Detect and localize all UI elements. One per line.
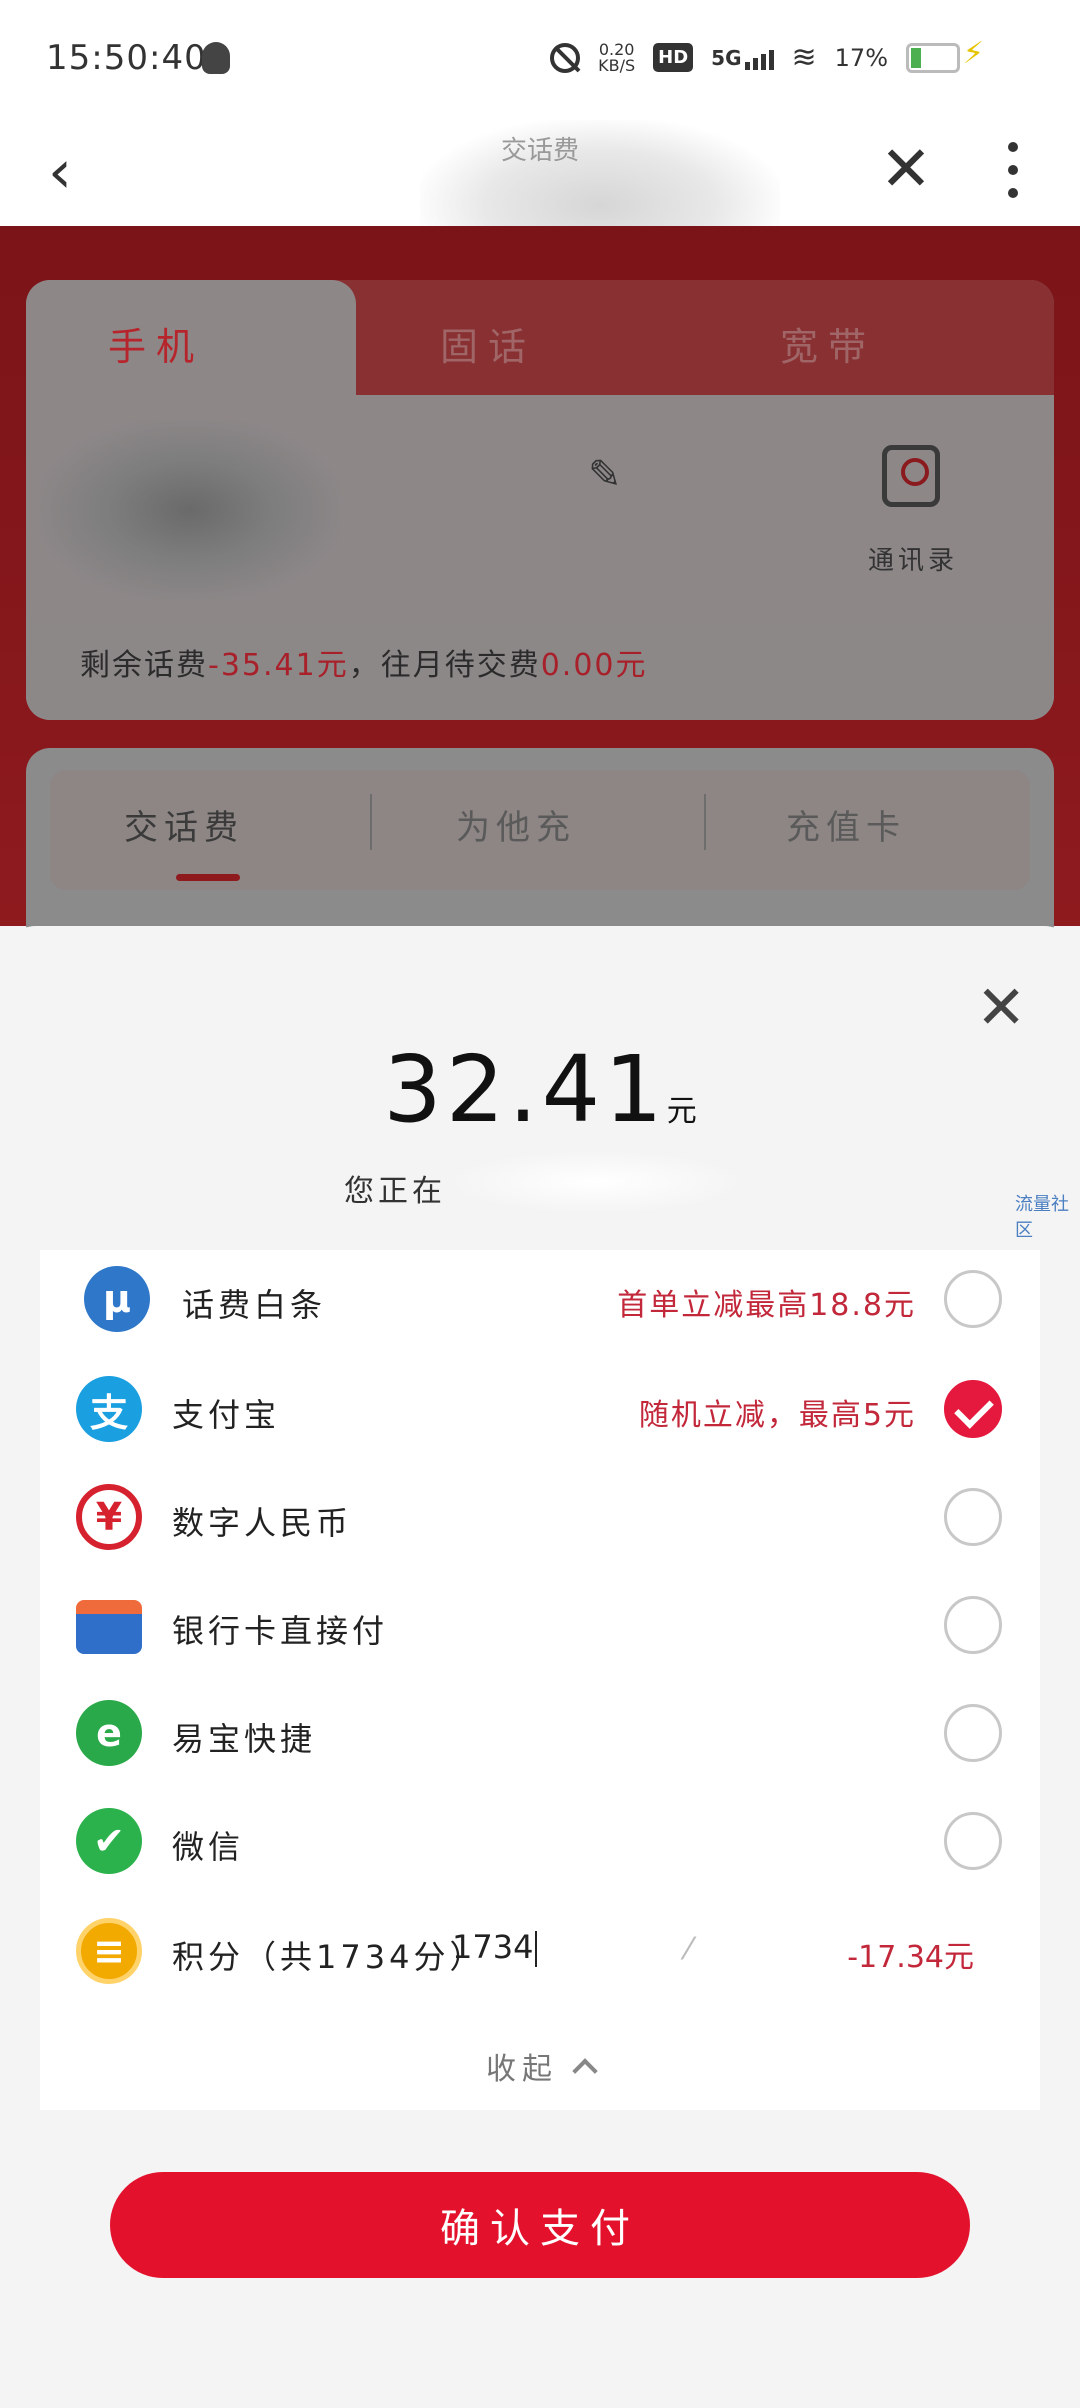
charging-icon: ⚡ bbox=[962, 36, 984, 71]
payment-radio[interactable] bbox=[944, 1812, 1002, 1870]
payment-radio[interactable] bbox=[944, 1596, 1002, 1654]
payment-method-list: μ 话费白条 首单立减最高18.8元 支 支付宝 随机立减，最高5元 ¥ 数字人… bbox=[40, 1250, 1040, 2110]
contacts-label[interactable]: 通讯录 bbox=[868, 540, 958, 577]
balance-prefix: 剩余话费 bbox=[80, 648, 208, 683]
baitiao-icon: μ bbox=[84, 1266, 150, 1332]
tab-broadband[interactable]: 宽带 bbox=[780, 316, 876, 371]
payment-option-digital-rmb[interactable]: ¥ 数字人民币 bbox=[40, 1468, 1040, 1568]
contacts-icon[interactable] bbox=[882, 445, 940, 507]
balance-info: 剩余话费-35.41元，往月待交费0.00元 bbox=[80, 640, 648, 684]
app-header: ‹ 交话费 ✕ bbox=[0, 120, 1080, 290]
payment-sheet: ✕ 32.41元 您正在 流量社区 μ 话费白条 首单立减最高18.8元 支 支… bbox=[0, 926, 1080, 2408]
payment-option-alipay[interactable]: 支 支付宝 随机立减，最高5元 bbox=[40, 1360, 1040, 1460]
collapse-button[interactable]: 收起 bbox=[40, 2044, 1040, 2088]
paying-to-text: 您正在 bbox=[344, 1174, 446, 1209]
points-label: 积分（共1734分） bbox=[172, 1938, 486, 1976]
qq-notification-icon bbox=[202, 42, 230, 74]
payment-amount: 32.41元 bbox=[0, 1036, 1080, 1143]
wifi-icon: ≋ bbox=[791, 40, 817, 75]
payment-label: 数字人民币 bbox=[172, 1504, 353, 1542]
points-input[interactable]: 1734 bbox=[452, 1928, 538, 1967]
payment-option-bank-card[interactable]: 银行卡直接付 bbox=[40, 1576, 1040, 1676]
payment-radio-checked[interactable] bbox=[944, 1380, 1002, 1438]
wechat-pay-icon: ✔ bbox=[76, 1808, 142, 1874]
collapse-label: 收起 bbox=[486, 2052, 558, 2087]
paying-to-redacted bbox=[456, 1152, 736, 1212]
payment-option-yeepay[interactable]: e 易宝快捷 bbox=[40, 1684, 1040, 1784]
payment-label: 支付宝 bbox=[172, 1396, 281, 1434]
points-input-value: 1734 bbox=[452, 1928, 534, 1966]
payment-option-baitiao[interactable]: μ 话费白条 首单立减最高18.8元 bbox=[40, 1250, 1040, 1350]
payment-promo: 首单立减最高18.8元 bbox=[617, 1288, 916, 1323]
status-time: 15:50:40 bbox=[46, 38, 207, 78]
balance-mid: ，往月待交费 bbox=[348, 648, 541, 683]
watermark: 流量社区 bbox=[1015, 1194, 1069, 1241]
amount-unit: 元 bbox=[666, 1094, 697, 1129]
battery-percent: 17% bbox=[834, 43, 888, 72]
subtab-pay-bill[interactable]: 交话费 bbox=[124, 800, 244, 849]
phone-number-redacted bbox=[40, 420, 340, 600]
payment-option-wechat[interactable]: ✔ 微信 bbox=[40, 1792, 1040, 1892]
balance-value: -35.41元 bbox=[208, 648, 349, 683]
payment-label: 话费白条 bbox=[182, 1286, 327, 1324]
payment-label: 微信 bbox=[172, 1828, 245, 1866]
digital-rmb-icon: ¥ bbox=[76, 1484, 142, 1550]
payment-label: 银行卡直接付 bbox=[172, 1612, 389, 1650]
pending-value: 0.00元 bbox=[540, 648, 648, 683]
network-type: 5G bbox=[711, 45, 742, 70]
tab-mobile[interactable]: 手机 bbox=[108, 316, 204, 371]
chevron-up-icon bbox=[572, 2057, 598, 2084]
alipay-icon: 支 bbox=[76, 1376, 142, 1442]
subtab-recharge-card[interactable]: 充值卡 bbox=[786, 800, 906, 849]
amount-value: 32.41 bbox=[383, 1036, 667, 1143]
payment-option-points[interactable]: ≡ 积分（共1734分） 1734 ⁄ -17.34元 bbox=[40, 1902, 1040, 2002]
points-deduction: -17.34元 bbox=[847, 1940, 974, 1975]
status-bar: 15:50:40 0.20 KB/S HD 5G ≋ 17% ⚡ bbox=[0, 0, 1080, 120]
bank-card-icon bbox=[76, 1600, 142, 1654]
subtab-divider bbox=[370, 794, 372, 850]
mute-icon bbox=[550, 42, 581, 73]
page-title: 交话费 bbox=[500, 136, 579, 166]
more-icon[interactable] bbox=[1008, 142, 1018, 198]
net-speed-unit: KB/S bbox=[598, 55, 636, 75]
payment-radio[interactable] bbox=[944, 1270, 1002, 1328]
edit-icon[interactable]: ✎ bbox=[588, 452, 622, 498]
status-indicators: 0.20 KB/S HD 5G ≋ 17% bbox=[550, 40, 960, 75]
payment-label: 易宝快捷 bbox=[172, 1720, 317, 1758]
payment-radio[interactable] bbox=[944, 1704, 1002, 1762]
yeepay-icon: e bbox=[76, 1700, 142, 1766]
battery-icon bbox=[906, 42, 960, 73]
back-icon[interactable]: ‹ bbox=[48, 142, 72, 202]
subtab-divider bbox=[704, 794, 706, 850]
hd-icon: HD bbox=[653, 43, 694, 72]
close-icon[interactable]: ✕ bbox=[880, 138, 932, 200]
points-edit-icon[interactable]: ⁄ bbox=[686, 1932, 691, 1967]
payment-promo: 随机立减，最高5元 bbox=[638, 1398, 916, 1433]
sheet-close-icon[interactable]: ✕ bbox=[976, 978, 1026, 1038]
signal-icon: 5G bbox=[711, 45, 774, 70]
points-coin-icon: ≡ bbox=[76, 1918, 142, 1984]
subtab-active-indicator bbox=[176, 874, 240, 881]
confirm-pay-button[interactable]: 确认支付 bbox=[110, 2172, 970, 2278]
tab-fixed-line[interactable]: 固话 bbox=[440, 316, 536, 371]
subtab-pay-for-others[interactable]: 为他充 bbox=[456, 800, 576, 849]
net-speed: 0.20 KB/S bbox=[598, 41, 636, 75]
payment-radio[interactable] bbox=[944, 1488, 1002, 1546]
